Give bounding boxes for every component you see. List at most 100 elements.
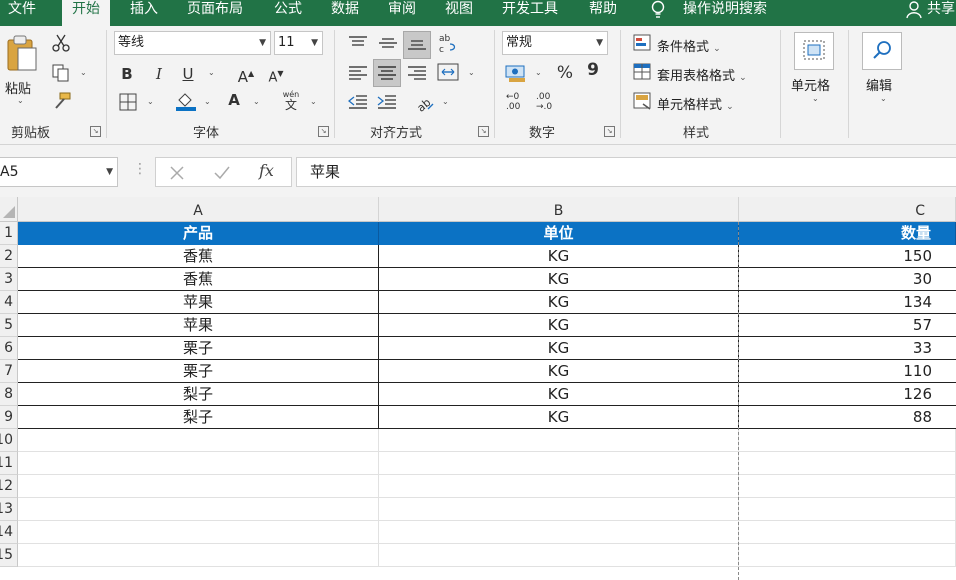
table-header-cell[interactable]: 数量: [739, 222, 956, 245]
orientation-dropdown-arrow[interactable]: ⌄: [442, 97, 449, 106]
editing-button[interactable]: [862, 32, 902, 70]
tab-file[interactable]: 文件: [8, 0, 36, 26]
table-cell[interactable]: 150: [739, 245, 956, 268]
table-cell[interactable]: 梨子: [18, 406, 379, 429]
increase-indent-icon[interactable]: [377, 94, 397, 110]
table-cell[interactable]: 梨子: [18, 383, 379, 406]
accounting-format-icon[interactable]: [505, 63, 527, 83]
align-right-icon[interactable]: [407, 65, 427, 81]
tell-me-search[interactable]: 操作说明搜索: [683, 0, 767, 26]
row-header[interactable]: 2: [0, 245, 18, 268]
empty-cell[interactable]: [379, 498, 739, 521]
column-header-a[interactable]: A: [18, 197, 379, 222]
increase-decimal-button[interactable]: ←0 .00: [506, 92, 528, 112]
bold-button[interactable]: B: [118, 64, 136, 84]
editing-label[interactable]: 编辑: [866, 75, 892, 94]
empty-cell[interactable]: [18, 429, 379, 452]
table-cell[interactable]: 126: [739, 383, 956, 406]
align-center-icon[interactable]: [377, 65, 397, 81]
number-dialog-launcher[interactable]: ↘: [604, 126, 615, 137]
editing-dropdown-arrow[interactable]: ⌄: [880, 94, 887, 103]
number-format-combo[interactable]: 常规 ▼: [502, 31, 608, 55]
phonetic-dropdown-arrow[interactable]: ⌄: [310, 97, 317, 106]
borders-dropdown-arrow[interactable]: ⌄: [147, 97, 154, 106]
table-cell[interactable]: KG: [379, 337, 739, 360]
table-cell[interactable]: 30: [739, 268, 956, 291]
paste-icon[interactable]: [6, 34, 38, 74]
align-middle-icon[interactable]: [378, 35, 398, 51]
merge-dropdown-arrow[interactable]: ⌄: [468, 68, 475, 77]
paste-button[interactable]: 粘贴: [5, 78, 31, 97]
column-header-b[interactable]: B: [379, 197, 739, 222]
fill-color-icon[interactable]: [175, 90, 197, 112]
table-cell[interactable]: 苹果: [18, 291, 379, 314]
tab-page-layout[interactable]: 页面布局: [187, 0, 243, 26]
tab-view[interactable]: 视图: [445, 0, 473, 26]
clipboard-dialog-launcher[interactable]: ↘: [90, 126, 101, 137]
decrease-decimal-button[interactable]: .00 →.0: [536, 92, 558, 112]
copy-icon[interactable]: [52, 64, 70, 82]
align-left-icon[interactable]: [348, 65, 368, 81]
empty-cell[interactable]: [379, 521, 739, 544]
tab-data[interactable]: 数据: [331, 0, 359, 26]
cut-icon[interactable]: [52, 34, 70, 52]
empty-cell[interactable]: [739, 498, 956, 521]
tab-review[interactable]: 审阅: [388, 0, 416, 26]
row-header[interactable]: 13: [0, 498, 18, 521]
empty-cell[interactable]: [739, 521, 956, 544]
row-header[interactable]: 15: [0, 544, 18, 567]
percent-style-button[interactable]: %: [555, 63, 575, 83]
empty-cell[interactable]: [18, 475, 379, 498]
underline-button[interactable]: U: [179, 64, 197, 84]
name-box[interactable]: A5 ▼: [0, 157, 118, 187]
table-header-cell[interactable]: 产品: [18, 222, 379, 245]
paste-dropdown-arrow[interactable]: ⌄: [17, 96, 24, 105]
row-header[interactable]: 1: [0, 222, 18, 245]
row-header[interactable]: 14: [0, 521, 18, 544]
row-header[interactable]: 11: [0, 452, 18, 475]
row-header[interactable]: 7: [0, 360, 18, 383]
font-size-combo[interactable]: 11 ▼: [274, 31, 323, 55]
empty-cell[interactable]: [379, 429, 739, 452]
empty-cell[interactable]: [379, 475, 739, 498]
format-as-table-icon[interactable]: [633, 63, 653, 81]
wrap-text-icon[interactable]: ab c: [438, 32, 460, 54]
empty-cell[interactable]: [379, 452, 739, 475]
table-cell[interactable]: KG: [379, 360, 739, 383]
font-name-combo[interactable]: 等线 ▼: [114, 31, 271, 55]
table-cell[interactable]: KG: [379, 291, 739, 314]
increase-font-size-button[interactable]: A▲: [236, 64, 256, 87]
table-cell[interactable]: KG: [379, 406, 739, 429]
row-header[interactable]: 12: [0, 475, 18, 498]
empty-cell[interactable]: [379, 544, 739, 567]
row-header[interactable]: 4: [0, 291, 18, 314]
table-cell[interactable]: KG: [379, 314, 739, 337]
cell-styles-icon[interactable]: [633, 92, 653, 110]
decrease-indent-icon[interactable]: [348, 94, 368, 110]
empty-cell[interactable]: [739, 429, 956, 452]
borders-icon[interactable]: [119, 93, 137, 111]
tab-help[interactable]: 帮助: [589, 0, 617, 26]
table-cell[interactable]: 134: [739, 291, 956, 314]
row-header[interactable]: 9: [0, 406, 18, 429]
empty-cell[interactable]: [18, 521, 379, 544]
orientation-icon[interactable]: ab: [413, 92, 435, 112]
cells-button[interactable]: [794, 32, 834, 70]
format-painter-icon[interactable]: [52, 92, 72, 110]
empty-cell[interactable]: [18, 544, 379, 567]
share-button[interactable]: 共享: [927, 0, 955, 26]
empty-cell[interactable]: [18, 498, 379, 521]
tab-insert[interactable]: 插入: [130, 0, 158, 26]
italic-button[interactable]: I: [150, 64, 168, 84]
font-color-dropdown-arrow[interactable]: ⌄: [253, 97, 260, 106]
table-cell[interactable]: 栗子: [18, 360, 379, 383]
underline-dropdown-arrow[interactable]: ⌄: [208, 68, 215, 77]
tab-developer[interactable]: 开发工具: [502, 0, 558, 26]
table-cell[interactable]: KG: [379, 245, 739, 268]
table-header-cell[interactable]: 单位: [379, 222, 739, 245]
table-cell[interactable]: 110: [739, 360, 956, 383]
table-cell[interactable]: 33: [739, 337, 956, 360]
accounting-dropdown-arrow[interactable]: ⌄: [535, 68, 542, 77]
select-all-corner[interactable]: [0, 197, 18, 222]
column-header-c[interactable]: C: [739, 197, 956, 222]
